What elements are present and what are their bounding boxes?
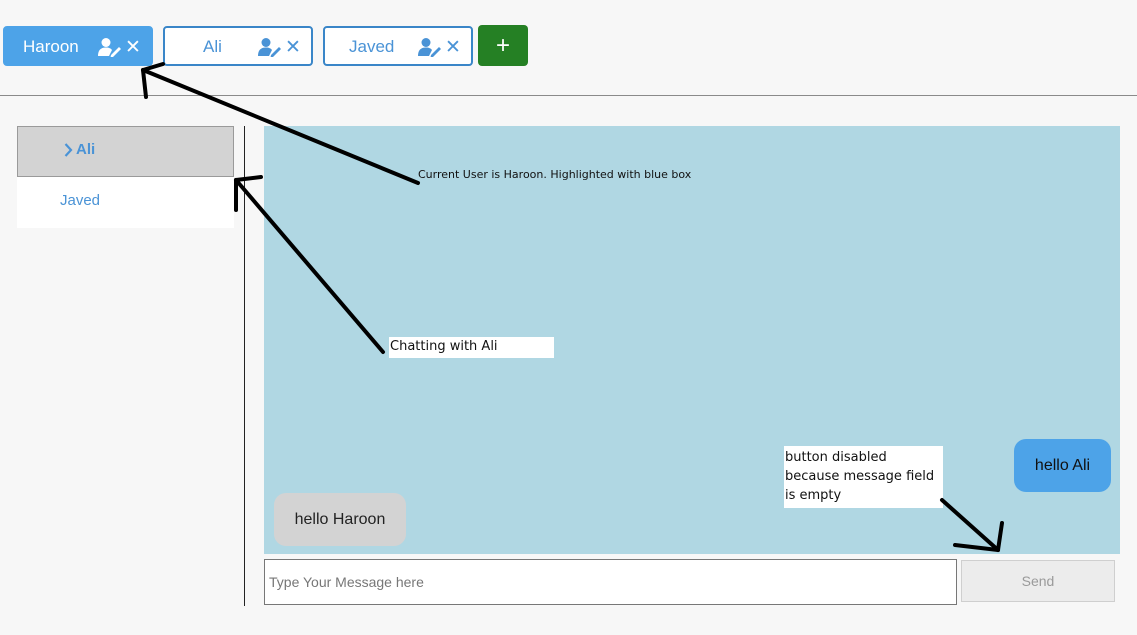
annotation-line: button disabled (785, 450, 887, 465)
annotation-chatting: Chatting with Ali (389, 337, 554, 358)
add-user-button[interactable]: + (478, 25, 528, 66)
user-edit-icon[interactable] (98, 37, 122, 57)
annotation-line: is empty (785, 488, 842, 503)
user-edit-icon[interactable] (258, 37, 282, 57)
contact-item-javed[interactable]: Javed (17, 177, 234, 228)
arrow-head (234, 175, 263, 182)
user-tab-label: Haroon (23, 37, 79, 56)
close-icon[interactable]: ✕ (285, 38, 301, 57)
user-tab-haroon[interactable]: Haroon ✕ (3, 26, 153, 66)
annotation-current-user: Current User is Haroon. Highlighted with… (418, 168, 692, 181)
user-tab-javed[interactable]: Javed ✕ (323, 26, 473, 66)
contact-item-ali[interactable]: Ali (17, 126, 234, 177)
contacts-list: Ali Javed (17, 126, 234, 228)
message-bubble-outgoing: hello Ali (1014, 439, 1111, 492)
message-bubble-incoming: hello Haroon (274, 493, 406, 546)
contact-label: Ali (76, 141, 96, 158)
chevron-right-icon (64, 143, 73, 161)
send-button[interactable]: Send (961, 560, 1115, 602)
annotation-button-disabled: button disabled because message field is… (784, 446, 943, 508)
close-icon[interactable]: ✕ (125, 38, 141, 57)
user-tab-ali[interactable]: Ali ✕ (163, 26, 313, 66)
user-edit-icon[interactable] (418, 37, 442, 57)
panel-divider (244, 126, 245, 606)
arrow-head (141, 68, 148, 99)
user-tab-label: Ali (203, 37, 222, 56)
message-input[interactable] (264, 559, 957, 605)
contact-label: Javed (60, 192, 101, 209)
annotation-line: because message field (785, 469, 935, 484)
user-tab-label: Javed (349, 37, 395, 56)
header-divider (0, 95, 1137, 96)
close-icon[interactable]: ✕ (445, 38, 461, 57)
